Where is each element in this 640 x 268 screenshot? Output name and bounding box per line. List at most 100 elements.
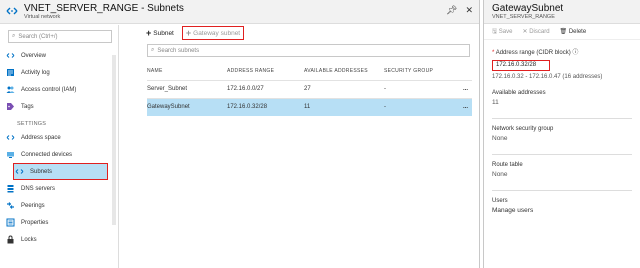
- add-subnet-label: Subnet: [153, 29, 174, 37]
- lock-icon: [7, 235, 14, 244]
- table-row[interactable]: Server_Subnet 172.16.0.0/27 27 - ...: [147, 79, 472, 98]
- subnets-content: + Subnet + Gateway subnet ⌕ Search subne…: [120, 25, 480, 268]
- add-subnet-button[interactable]: + Subnet: [146, 28, 174, 38]
- iam-icon: [6, 86, 15, 93]
- activity-log-icon: [7, 69, 14, 76]
- route-table-section[interactable]: Route table None: [492, 154, 632, 178]
- menu-item-label: Peerings: [21, 202, 45, 209]
- delete-button[interactable]: 🗑︎ Delete: [560, 28, 587, 35]
- subnets-toolbar: + Subnet + Gateway subnet: [120, 25, 480, 41]
- plus-icon: +: [146, 28, 152, 38]
- nsg-label: Network security group: [492, 126, 554, 132]
- gateway-subnet-label: Gateway subnet: [193, 29, 241, 37]
- devices-icon: [7, 152, 14, 158]
- menu-item-peerings[interactable]: Peerings: [0, 197, 118, 214]
- menu-item-activity-log[interactable]: Activity log: [0, 64, 118, 81]
- nsg-section[interactable]: Network security group None: [492, 118, 632, 142]
- menu-item-access-control[interactable]: Access control (IAM): [0, 81, 118, 98]
- save-label: Save: [498, 28, 513, 35]
- menu-item-properties[interactable]: Properties: [0, 214, 118, 231]
- cell-name: GatewaySubnet: [147, 97, 227, 116]
- close-icon[interactable]: ✕: [465, 5, 473, 16]
- menu-item-label: DNS servers: [21, 185, 56, 192]
- pin-icon[interactable]: 📌︎: [446, 5, 457, 16]
- nsg-value: None: [492, 135, 508, 142]
- menu-search-placeholder: Search (Ctrl+/): [18, 33, 58, 40]
- required-marker: *: [492, 50, 495, 56]
- table-row[interactable]: GatewaySubnet 172.16.0.32/28 11 - ...: [147, 97, 472, 116]
- cell-available: 11: [304, 97, 384, 116]
- blade-header: GatewaySubnet VNET_SERVER_RANGE: [484, 0, 640, 24]
- menu-item-label: Access control (IAM): [21, 86, 77, 93]
- subnets-search-placeholder: Search subnets: [157, 47, 200, 54]
- dns-icon: [7, 185, 14, 193]
- users-section[interactable]: Users Manage users: [492, 190, 632, 214]
- cell-available: 27: [304, 79, 384, 98]
- menu-item-address-space[interactable]: Address space: [0, 129, 118, 146]
- more-actions-button[interactable]: ...: [454, 97, 472, 116]
- column-header-available-addresses[interactable]: AVAILABLE ADDRESSES: [304, 62, 384, 80]
- cell-name: Server_Subnet: [147, 79, 227, 98]
- users-label: Users: [492, 198, 508, 204]
- manage-users-link[interactable]: Manage users: [492, 207, 632, 214]
- cell-security-group: -: [384, 79, 454, 98]
- menu-item-overview[interactable]: Overview: [0, 47, 118, 64]
- route-table-value: None: [492, 171, 508, 178]
- address-space-icon: [6, 135, 15, 140]
- cell-security-group: -: [384, 97, 454, 116]
- properties-icon: [6, 218, 15, 227]
- available-addresses-value: 11: [492, 99, 499, 106]
- gateway-subnet-blade: GatewaySubnet VNET_SERVER_RANGE 🖫︎ Save …: [483, 0, 640, 268]
- menu-search-input[interactable]: ⌕ Search (Ctrl+/): [8, 30, 112, 43]
- blade-header: VNET_SERVER_RANGE - Subnets Virtual netw…: [0, 0, 479, 24]
- add-gateway-subnet-button[interactable]: + Gateway subnet: [181, 26, 245, 40]
- subnets-table: NAME ADDRESS RANGE AVAILABLE ADDRESSES S…: [147, 62, 472, 116]
- address-range-label: * Address range (CIDR block) ⓘ: [492, 47, 632, 56]
- overview-icon: [6, 53, 15, 58]
- more-actions-button[interactable]: ...: [454, 79, 472, 98]
- menu-item-label: Properties: [21, 219, 49, 226]
- trash-icon: 🗑︎: [559, 29, 568, 35]
- menu-scrollbar[interactable]: [112, 55, 116, 225]
- route-table-label: Route table: [492, 162, 523, 168]
- subnets-blade: VNET_SERVER_RANGE - Subnets Virtual netw…: [0, 0, 480, 268]
- resource-menu: ⌕ Search (Ctrl+/) Overview Activity log …: [0, 25, 119, 268]
- address-range-label-text: Address range (CIDR block): [495, 50, 571, 56]
- save-button[interactable]: 🖫︎ Save: [492, 27, 512, 37]
- table-header-row: NAME ADDRESS RANGE AVAILABLE ADDRESSES S…: [147, 62, 472, 80]
- menu-item-label: Subnets: [30, 168, 53, 175]
- column-header-actions: [454, 62, 472, 80]
- column-header-name[interactable]: NAME: [147, 62, 227, 80]
- info-icon[interactable]: ⓘ: [572, 50, 578, 56]
- search-icon: ⌕: [151, 47, 155, 53]
- column-header-address-range[interactable]: ADDRESS RANGE: [227, 62, 304, 80]
- detail-body: * Address range (CIDR block) ⓘ 172.16.0.…: [484, 40, 640, 219]
- menu-item-dns-servers[interactable]: DNS servers: [0, 180, 118, 197]
- address-range-input[interactable]: 172.16.0.32/28: [492, 60, 550, 71]
- menu-item-tags[interactable]: Tags: [0, 98, 118, 115]
- menu-item-label: Activity log: [21, 69, 50, 76]
- menu-item-subnets[interactable]: Subnets: [13, 163, 108, 180]
- cell-address-range: 172.16.0.32/28: [227, 97, 304, 116]
- available-addresses-label: Available addresses: [492, 90, 546, 96]
- column-header-security-group[interactable]: SECURITY GROUP: [384, 62, 454, 80]
- discard-button[interactable]: ✕ Discard: [522, 28, 549, 35]
- save-icon: 🖫︎: [492, 28, 498, 35]
- menu-item-label: Tags: [21, 103, 34, 110]
- subnets-icon: [15, 169, 24, 174]
- menu-item-label: Address space: [21, 134, 61, 141]
- delete-label: Delete: [568, 29, 587, 35]
- menu-item-locks[interactable]: Locks: [0, 231, 118, 248]
- plus-icon: +: [185, 28, 192, 38]
- menu-item-connected-devices[interactable]: Connected devices: [0, 146, 118, 163]
- blade-subtitle: VNET_SERVER_RANGE: [492, 14, 555, 20]
- menu-item-label: Connected devices: [21, 151, 73, 158]
- discard-icon: ✕: [522, 29, 528, 35]
- blade-title: GatewaySubnet: [492, 3, 564, 14]
- menu-item-label: Overview: [21, 52, 47, 59]
- virtual-network-icon: [6, 7, 18, 15]
- search-icon: ⌕: [12, 33, 16, 39]
- detail-toolbar: 🖫︎ Save ✕ Discard 🗑︎ Delete: [484, 24, 640, 40]
- address-range-hint: 172.16.0.32 - 172.16.0.47 (16 addresses): [492, 74, 603, 80]
- subnets-search-input[interactable]: ⌕ Search subnets: [147, 44, 470, 57]
